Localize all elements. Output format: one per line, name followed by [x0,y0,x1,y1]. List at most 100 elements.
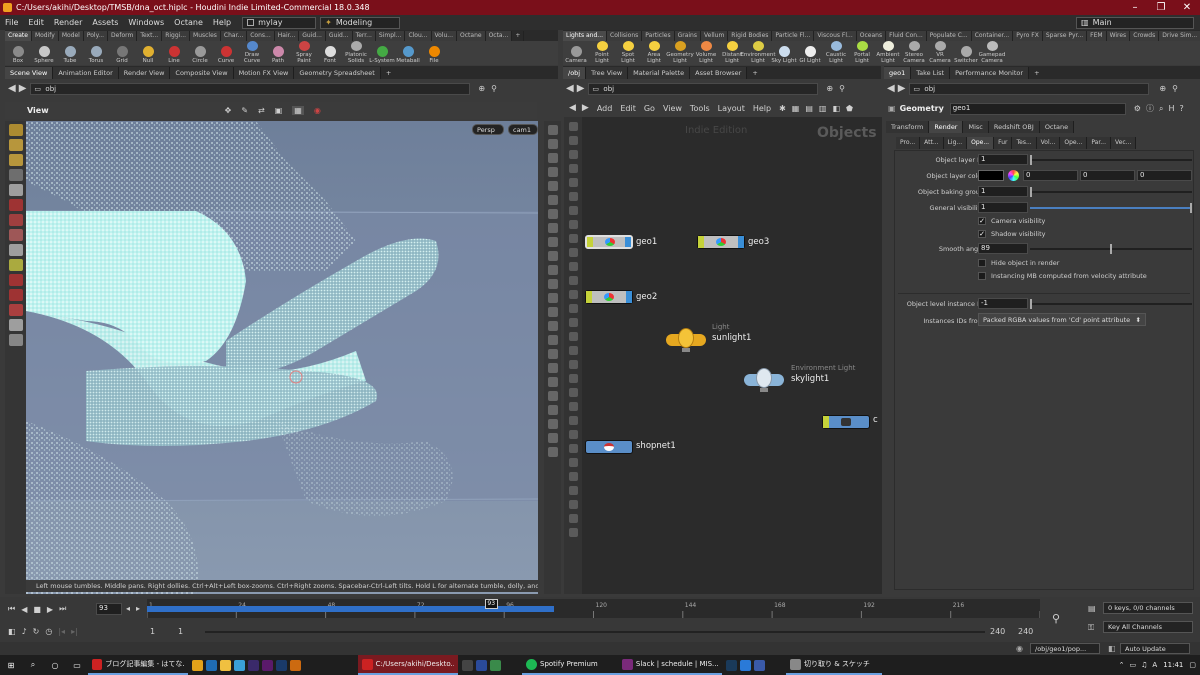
after-effects-icon[interactable] [248,659,259,671]
update-mode-icon[interactable]: ◧ [1108,644,1116,653]
layer-id-field[interactable]: 1 [978,154,1028,165]
node-flag-display[interactable] [738,236,744,248]
tab-render[interactable]: Render [929,120,964,133]
right-shelf-tab-3[interactable]: Grains [674,31,701,41]
taskbar-item-spotify[interactable]: Spotify Premium [522,655,618,675]
app-blue-icon[interactable] [754,659,765,671]
slider-knob[interactable] [1110,244,1112,254]
tab-composite-view[interactable]: Composite View [170,66,234,79]
node-flag-display[interactable] [625,237,631,247]
smooth-angle-slider[interactable] [1030,244,1192,254]
pin-icon[interactable]: ⊕ [826,84,833,93]
tab-octane[interactable]: Octane [1039,120,1075,133]
chrome-icon[interactable] [192,659,203,671]
color-palette-icon[interactable]: ◧ [832,104,840,113]
left-shelf-tab-7[interactable]: Muscles [190,31,221,41]
notification-icon[interactable]: ▢ [1189,661,1196,669]
left-tool-path[interactable]: Path [265,41,291,65]
desktop-dropdown[interactable]: mylay [242,16,317,29]
viewport-tool-3-icon[interactable] [8,169,23,181]
subtab-par[interactable]: Par... [1087,137,1111,149]
record-icon[interactable]: ◉ [314,106,321,115]
cortana-icon[interactable]: ○ [44,655,66,675]
network-tool-28-icon[interactable] [568,514,578,523]
slider-knob[interactable] [1030,155,1032,165]
net-menu-help[interactable]: Help [749,104,775,113]
right-shelf-tab-2[interactable]: Particles [642,31,675,41]
close-button[interactable]: ✕ [1174,0,1200,15]
left-tool-circle[interactable]: Circle [187,41,213,65]
network-tool-19-icon[interactable] [568,388,578,397]
clock-icon[interactable]: ◷ [45,627,52,636]
network-tool-9-icon[interactable] [568,248,578,257]
persp-menu[interactable]: Persp [472,124,504,135]
net-menu-go[interactable]: Go [640,104,659,113]
menu-edit[interactable]: Edit [23,18,49,27]
network-path-field[interactable]: ▭ obj [588,82,819,95]
viewport-tool-6-icon[interactable] [8,214,23,226]
left-shelf-tab-10[interactable]: Hair... [274,31,300,41]
nav-fwd-icon[interactable]: ▶ [582,103,589,113]
network-tool-27-icon[interactable] [568,500,578,509]
left-shelf-tab-5[interactable]: Text... [137,31,163,41]
pin-icon[interactable]: ⊕ [1159,84,1166,93]
right-tool-environment-light[interactable]: Environment Light [740,41,776,65]
right-tool-stereo-camera[interactable]: Stereo Camera [901,41,927,65]
node-flag-bypass[interactable] [823,416,829,428]
display-option-0-icon[interactable] [547,125,558,135]
tab-geo1[interactable]: geo1 [884,66,912,79]
left-tool-draw-curve[interactable]: Draw Curve [239,41,265,65]
network-tool-10-icon[interactable] [568,262,578,271]
right-shelf-tab-10[interactable]: Populate C... [926,31,972,41]
network-tool-25-icon[interactable] [568,472,578,481]
keys-channels-menu[interactable]: 0 keys, 0/0 channels [1103,602,1193,614]
viewport-tool-11-icon[interactable] [8,289,23,301]
network-tool-18-icon[interactable] [568,374,578,383]
left-tool-null[interactable]: Null [135,41,161,65]
tab-performance-monitor[interactable]: Performance Monitor [950,66,1030,79]
grid-view-icon[interactable]: ▦ [792,104,800,113]
left-shelf-tab-15[interactable]: Clou... [405,31,432,41]
forward-arrow-icon[interactable]: ▶ [898,83,906,94]
snap-icon[interactable]: ✎ [241,106,248,115]
steam-icon[interactable] [726,659,737,671]
wireframe-icon[interactable]: ▣ [275,106,283,115]
display-option-1-icon[interactable] [547,139,558,149]
timeline-marker[interactable]: 93 [484,599,498,609]
display-option-18-icon[interactable] [547,377,558,387]
node-camera[interactable] [822,415,870,429]
tab-asset-browser[interactable]: Asset Browser [690,66,748,79]
color-picker-icon[interactable] [1008,170,1019,181]
right-tool-camera[interactable]: Camera [563,41,589,65]
viewport-tool-7-icon[interactable] [8,229,23,241]
key-back-icon[interactable]: |◂ [58,627,65,636]
camera-visibility-checkbox[interactable]: ✓ [978,217,986,225]
parm-path-field[interactable]: ▭ obj [909,82,1150,95]
taskbar-item-snip[interactable]: 切り取り & スケッチ [786,655,882,675]
network-tool-15-icon[interactable] [568,332,578,341]
ghost-icon[interactable]: ⇄ [258,106,265,115]
instance-id-slider[interactable] [1030,299,1192,309]
subtab-vol[interactable]: Vol... [1036,137,1061,149]
instance-id-field[interactable]: -1 [978,298,1028,309]
key-fwd-icon[interactable]: ▸| [71,627,78,636]
jump-start-icon[interactable]: ⏮ [8,604,15,614]
tab-scene-view[interactable]: Scene View [5,66,54,79]
left-shelf-tab-6[interactable]: Riggi... [162,31,191,41]
viewport-tool-13-icon[interactable] [8,319,23,331]
display-option-3-icon[interactable] [547,167,558,177]
subtab-fur[interactable]: Fur [994,137,1013,149]
network-tool-7-icon[interactable] [568,220,578,229]
jump-end-icon[interactable]: ⏭ [59,604,66,614]
display-option-5-icon[interactable] [547,195,558,205]
add-tab-icon[interactable]: + [1029,67,1044,79]
subtab-att[interactable]: Att... [920,137,944,149]
scene-path-field[interactable]: ▭ obj [30,82,471,95]
wrench-icon[interactable]: ✱ [779,104,786,113]
houdini-h-icon[interactable]: H [1168,104,1174,113]
display-option-11-icon[interactable] [547,279,558,289]
minimize-button[interactable]: – [1122,0,1148,15]
volume-icon[interactable]: ♫ [1141,661,1147,669]
back-arrow-icon[interactable]: ◀ [8,83,16,94]
right-shelf-tab-17[interactable]: Drive Sim... [1159,31,1200,41]
